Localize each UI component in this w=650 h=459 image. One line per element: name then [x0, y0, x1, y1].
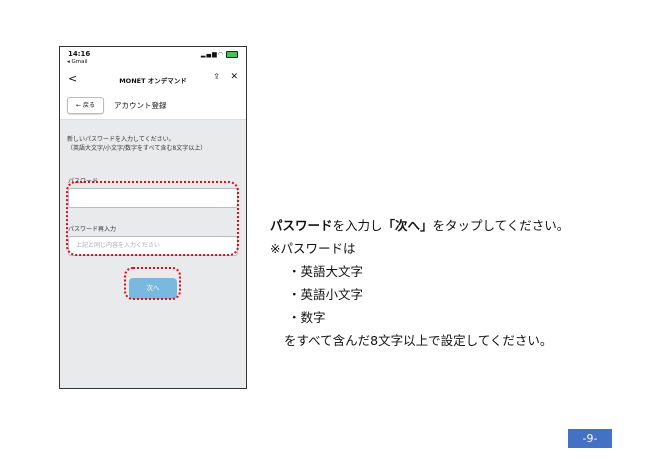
form-instructions: 新しいパスワードを入力してください。 （英語大文字/小文字/数字をすべて含む8文… [67, 136, 242, 153]
bold-password: パスワード [270, 218, 333, 233]
bold-next: 「次へ」 [382, 218, 433, 233]
signal-icon: ▂▄▆ [200, 51, 218, 58]
instruction-line: （英語大文字/小文字/数字をすべて含む8文字以上） [67, 144, 207, 152]
status-bar: 14:16 ◂ Gmail ▂▄▆◠ [60, 47, 246, 69]
status-icons: ▂▄▆◠ [201, 51, 238, 58]
text-fragment: をタップしてください。 [432, 218, 570, 233]
close-icon[interactable]: ✕ [230, 72, 238, 82]
bullet-lowercase: ・英語小文字 [288, 287, 364, 302]
instruction-line-6: をすべて含んだ8文字以上で設定してください。 [284, 333, 553, 348]
back-to-app-link[interactable]: ◂ Gmail [67, 59, 88, 65]
status-time: 14:16 [68, 50, 91, 58]
browser-nav-bar: < MONET オンデマンド ⇪ ✕ [60, 69, 246, 91]
instruction-line-2: ※パスワードは [270, 241, 356, 256]
bullet-digits: ・数字 [288, 310, 326, 325]
page-header: ← 戻る アカウント登録 [60, 92, 246, 120]
back-button[interactable]: ← 戻る [67, 97, 104, 114]
battery-icon [226, 51, 238, 58]
page-title: アカウント登録 [114, 101, 167, 110]
share-icon[interactable]: ⇪ [213, 72, 220, 81]
instruction-text: パスワードを入力し「次へ」をタップしてください。 ※パスワードは ・英語大文字 … [270, 214, 569, 352]
bullet-uppercase: ・英語大文字 [288, 264, 364, 279]
highlight-password-fields [66, 181, 239, 256]
instruction-line: 新しいパスワードを入力してください。 [67, 136, 175, 143]
page-number-badge: -9- [568, 429, 612, 448]
instruction-line-1: パスワードを入力し「次へ」をタップしてください。 [270, 214, 569, 237]
wifi-icon: ◠ [217, 51, 224, 58]
highlight-next-button [124, 267, 181, 300]
text-fragment: を入力し [332, 218, 383, 233]
